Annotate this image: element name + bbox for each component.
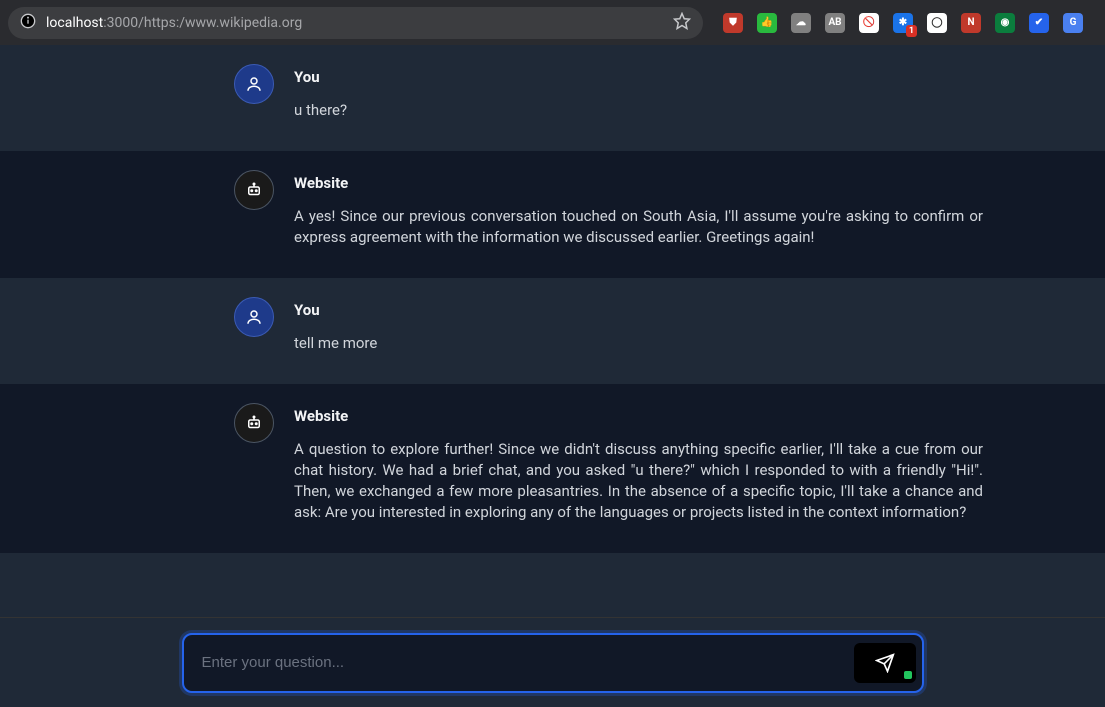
thumb-icon[interactable]: 👍	[757, 13, 777, 33]
site-info-icon[interactable]	[20, 13, 36, 33]
message-author: Website	[294, 174, 983, 192]
bot-avatar-icon	[234, 403, 274, 443]
circle-icon[interactable]: ◯	[927, 13, 947, 33]
ublock-icon[interactable]: ⛊	[723, 13, 743, 33]
message-author: You	[294, 68, 983, 86]
target-icon[interactable]: ◉	[995, 13, 1015, 33]
user-message-row: You u there?	[0, 45, 1105, 151]
browser-toolbar: localhost:3000/https:/www.wikipedia.org …	[0, 0, 1105, 45]
chat-area: You u there? Website A yes! Since our previ…	[0, 45, 1105, 617]
octo-icon[interactable]: ☁	[791, 13, 811, 33]
message-text: u there?	[294, 100, 983, 121]
message-author: You	[294, 301, 983, 319]
extension-badge: 1	[906, 25, 917, 37]
user-message-row: You tell me more	[0, 278, 1105, 384]
send-button[interactable]	[854, 643, 916, 683]
user-avatar-icon	[234, 64, 274, 104]
abp-icon[interactable]: AB	[825, 13, 845, 33]
bot-message-row: Website A yes! Since our previous convers…	[0, 151, 1105, 278]
question-input-wrap	[182, 633, 924, 693]
url-bar[interactable]: localhost:3000/https:/www.wikipedia.org	[8, 7, 703, 39]
extension-icons: ⛊ 👍 ☁ AB 🚫 ✱1 ◯ N ◉ ✔ G	[723, 13, 1083, 33]
noscript-icon[interactable]: N	[961, 13, 981, 33]
url-text: localhost:3000/https:/www.wikipedia.org	[46, 15, 302, 31]
send-icon	[875, 653, 895, 673]
bot-avatar-icon	[234, 170, 274, 210]
translate-icon[interactable]: ✱1	[893, 13, 913, 33]
privacy-icon[interactable]: 🚫	[859, 13, 879, 33]
status-dot-icon	[904, 671, 912, 679]
url-host: localhost	[46, 15, 103, 31]
message-author: Website	[294, 407, 983, 425]
message-text: tell me more	[294, 333, 983, 354]
user-avatar-icon	[234, 297, 274, 337]
input-footer	[0, 617, 1105, 707]
message-text: A yes! Since our previous conversation t…	[294, 206, 983, 248]
bookmark-star-icon[interactable]	[673, 12, 691, 34]
message-text: A question to explore further! Since we …	[294, 439, 983, 523]
question-input[interactable]	[202, 654, 844, 671]
google-icon[interactable]: G	[1063, 13, 1083, 33]
bot-message-row: Website A question to explore further! Si…	[0, 384, 1105, 553]
check-icon[interactable]: ✔	[1029, 13, 1049, 33]
url-rest: :3000/https:/www.wikipedia.org	[103, 15, 302, 31]
